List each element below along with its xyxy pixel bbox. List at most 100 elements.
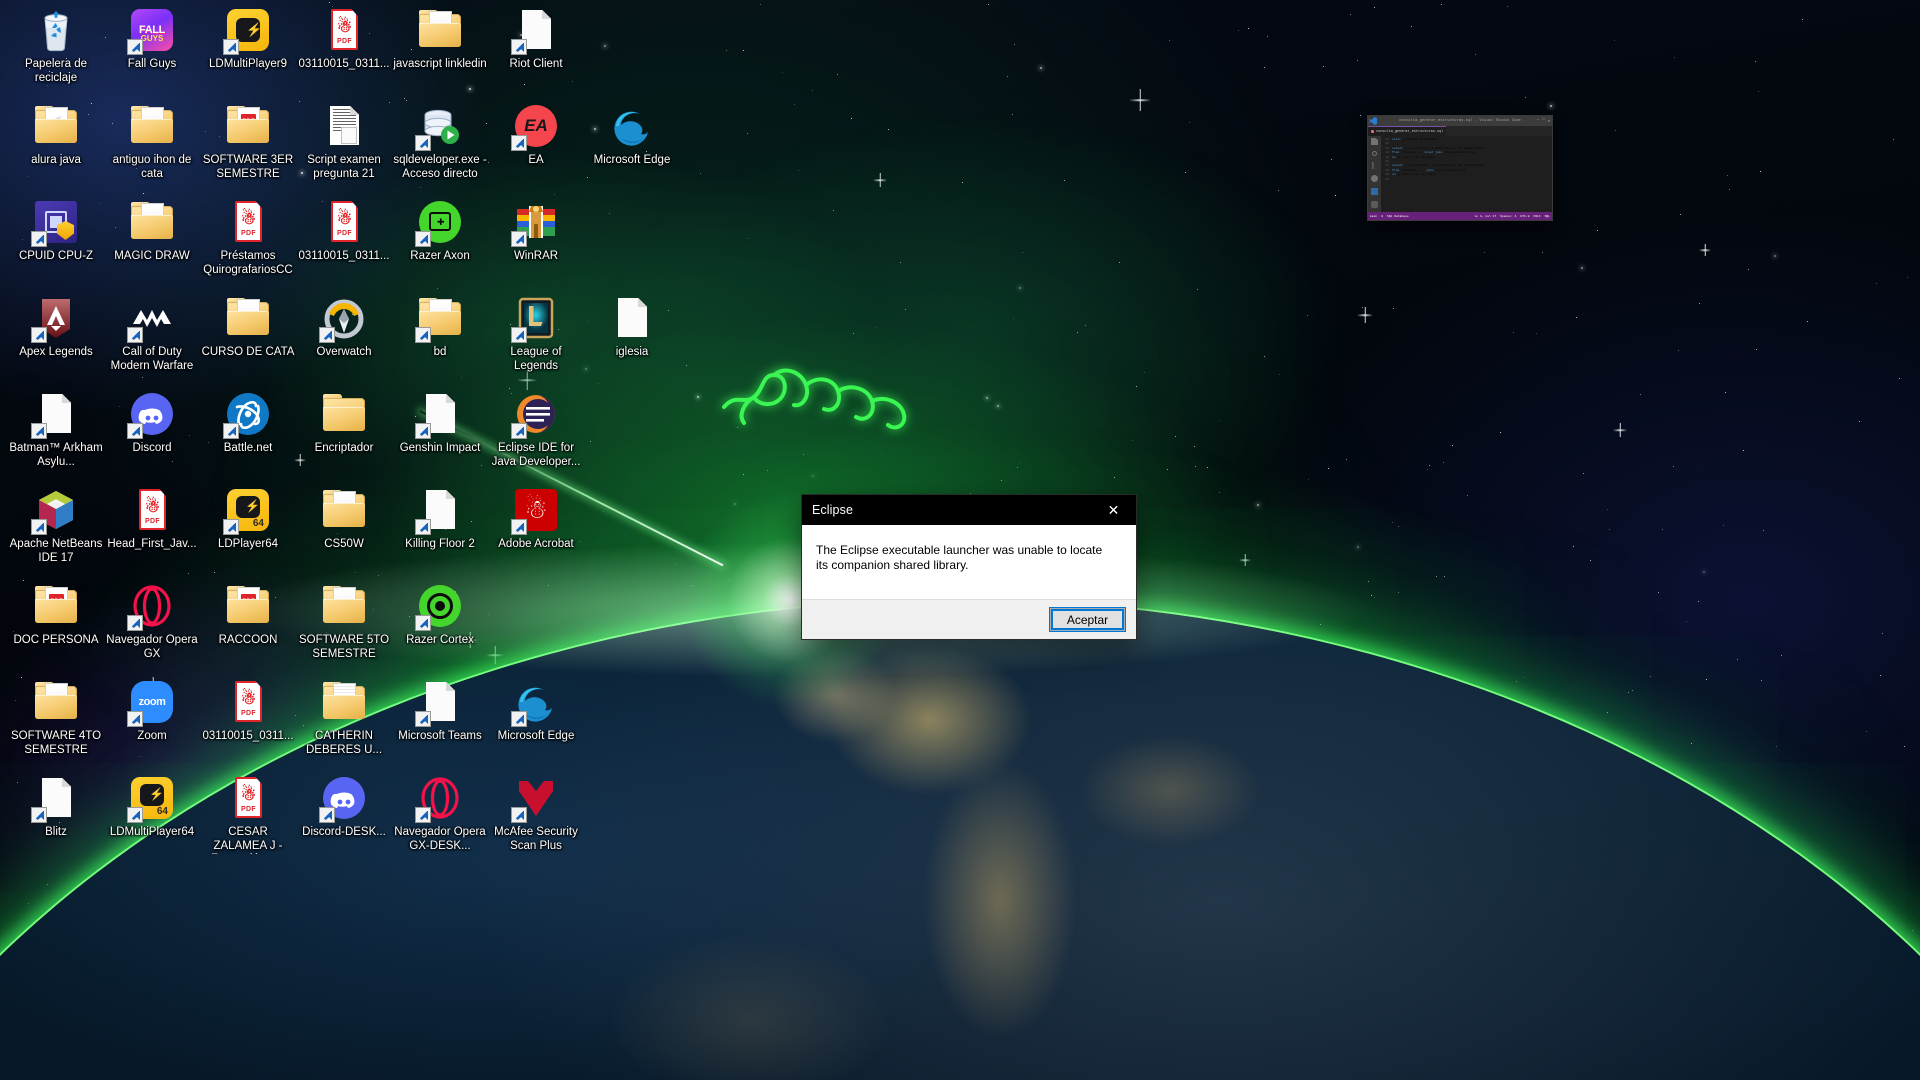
desktop-icon-03110015-0311[interactable]: ☃ PDF 03110015_0311... [200, 678, 296, 744]
status-cursor-position[interactable]: Ln 1, Col 17 [1475, 215, 1497, 218]
app-cpuz-icon [31, 198, 80, 247]
vscode-titlebar[interactable]: consulta_generar_estructuras.sql - Visua… [1368, 116, 1552, 126]
desktop-icon-navegador-opera-gx[interactable]: Navegador Opera GX [104, 582, 200, 661]
desktop-icon-software-4to-semestre[interactable]: SOFTWARE 4TO SEMESTRE [8, 678, 104, 757]
desktop-icon-discord-desk[interactable]: Discord-DESK... [296, 774, 392, 840]
vscode-activity-bar[interactable] [1368, 136, 1381, 212]
desktop-icon-label: Discord-DESK... [302, 826, 386, 838]
status-branch[interactable]: main [1370, 215, 1377, 218]
desktop-icon-magic-draw[interactable]: MAGIC DRAW [104, 198, 200, 264]
desktop-icon-javascript-linkledin[interactable]: javascript linkledin [392, 6, 488, 72]
desktop-icon-curso-de-cata[interactable]: CURSO DE CATA [200, 294, 296, 360]
desktop-icon-batman-arkham-asylu[interactable]: Batman™ Arkham Asylu... [8, 390, 104, 469]
desktop-icon-03110015-0311[interactable]: ☃ PDF 03110015_0311... [296, 198, 392, 264]
desktop-icon-microsoft-edge[interactable]: Microsoft Edge [488, 678, 584, 744]
status-indentation[interactable]: Spaces: 4 [1500, 215, 1516, 218]
close-icon[interactable]: ✕ [1091, 495, 1136, 525]
shortcut-arrow-icon [511, 519, 527, 535]
desktop-icon-pr-stamos-quirografarioscc[interactable]: ☃ PDF Préstamos QuirografariosCC [200, 198, 296, 277]
desktop-icon-ldplayer64[interactable]: ⚡ 64 LDPlayer64 [200, 486, 296, 552]
desktop-icon-ldmultiplayer9[interactable]: ⚡ LDMultiPlayer9 [200, 6, 296, 72]
desktop-icon-navegador-opera-gx-desk[interactable]: Navegador Opera GX-DESK... [392, 774, 488, 853]
minimize-icon[interactable]: — [1537, 118, 1539, 124]
status-language-mode[interactable]: SQL [1545, 215, 1550, 218]
desktop-icon-winrar[interactable]: WinRAR [488, 198, 584, 264]
desktop-icon-microsoft-edge[interactable]: Microsoft Edge [584, 102, 680, 168]
desktop-icon-genshin-impact[interactable]: Genshin Impact [392, 390, 488, 456]
vscode-tabbar[interactable]: consulta_generar_estructuras.sql [1368, 126, 1552, 136]
desktop-icon-call-of-duty-modern-warfare[interactable]: Call of Duty Modern Warfare [104, 294, 200, 373]
desktop-icon-label: Blitz [45, 826, 67, 838]
desktop-icon-cpuid-cpu-z[interactable]: CPUID CPU-Z [8, 198, 104, 264]
debug-icon[interactable] [1371, 175, 1378, 182]
accept-button[interactable]: Aceptar [1050, 608, 1125, 631]
close-icon[interactable]: ✕ [1548, 118, 1550, 124]
shortcut-arrow-icon [319, 327, 335, 343]
desktop-icon-zoom[interactable]: zoom Zoom [104, 678, 200, 744]
desktop-icon-league-of-legends[interactable]: League of Legends [488, 294, 584, 373]
desktop-icon-killing-floor-2[interactable]: Killing Floor 2 [392, 486, 488, 552]
vscode-status-bar[interactable]: main 0 SQL Database Ln 1, Col 17 Spaces:… [1368, 212, 1552, 220]
app-zoom-icon: zoom [127, 678, 176, 727]
desktop-icon-fall-guys[interactable]: FALL GUYS Fall Guys [104, 6, 200, 72]
desktop-icon-sqldeveloper-exe-acceso-directo[interactable]: sqldeveloper.exe - Acceso directo [392, 102, 488, 181]
explorer-icon[interactable] [1371, 138, 1378, 145]
vscode-code-content[interactable]: alter p.nombre bp.edition; select p.id_p… [1390, 136, 1552, 212]
status-db[interactable]: SQL Database [1387, 215, 1409, 218]
app-acrobat-icon: ☃ [511, 486, 560, 535]
extensions-icon[interactable] [1371, 188, 1378, 195]
desktop-icon-raccoon[interactable]: PDF RACCOON [200, 582, 296, 648]
desktop-icon-ea[interactable]: EA EA [488, 102, 584, 168]
doc-icon [415, 678, 464, 727]
desktop-icon-ldmultiplayer64[interactable]: ⚡ 64 LDMultiPlayer64 [104, 774, 200, 840]
desktop-icon-alura-java[interactable]: ☕ alura java [8, 102, 104, 168]
vscode-editor-area[interactable]: 11 12 13 14 15 16 17 18 19 20 alter p.no… [1368, 136, 1552, 212]
maximize-icon[interactable]: □ [1542, 118, 1544, 124]
desktop-icon-papelera-de-reciclaje[interactable]: Papelera de reciclaje [8, 6, 104, 85]
desktop-icon-razer-cortex[interactable]: Razer Cortex [392, 582, 488, 648]
source-control-icon[interactable] [1372, 162, 1374, 169]
app-eclipse-icon [511, 390, 560, 439]
desktop-icon-adobe-acrobat[interactable]: ☃ Adobe Acrobat [488, 486, 584, 552]
vscode-window-title: consulta_generar_estructuras.sql - Visua… [1399, 119, 1521, 123]
desktop-icon-iglesia[interactable]: iglesia [584, 294, 680, 360]
desktop-icon-bd[interactable]: bd [392, 294, 488, 360]
desktop-icon-software-5to-semestre[interactable]: SOFTWARE 5TO SEMESTRE [296, 582, 392, 661]
desktop-icon-cesar-zalamea-j-formaci-n[interactable]: ☃PDF CESAR ZALAMEA J - Formación - ... [200, 774, 296, 854]
desktop-icon-microsoft-teams[interactable]: Microsoft Teams [392, 678, 488, 744]
desktop-icon-03110015-0311[interactable]: ☃ PDF 03110015_0311... [296, 6, 392, 72]
status-encoding[interactable]: UTF-8 [1520, 215, 1529, 218]
vscode-window-controls[interactable]: — □ ✕ [1537, 118, 1550, 124]
eclipse-error-dialog[interactable]: Eclipse ✕ The Eclipse executable launche… [802, 495, 1136, 639]
desktop-icon-razer-axon[interactable]: ✚ Razer Axon [392, 198, 488, 264]
database-icon[interactable] [1371, 201, 1378, 208]
desktop-icon-blitz[interactable]: Blitz [8, 774, 104, 840]
desktop-icon-software-3er-semestre[interactable]: PDF SOFTWARE 3ER SEMESTRE [200, 102, 296, 181]
desktop-icon-head-first-jav[interactable]: ☃ PDF Head_First_Jav... [104, 486, 200, 552]
desktop-icon-catherin-deberes-u[interactable]: CATHERIN DEBERES U... [296, 678, 392, 757]
status-eol[interactable]: CRLF [1533, 215, 1540, 218]
desktop-icon-discord[interactable]: Discord [104, 390, 200, 456]
vscode-tab-sql-file[interactable]: consulta_generar_estructuras.sql [1368, 126, 1447, 136]
desktop-root[interactable]: Papelera de reciclaje FALL GUYS Fall Guy… [0, 0, 1920, 1080]
status-problems[interactable]: 0 [1381, 215, 1383, 218]
desktop-icon-label: Head_First_Jav... [107, 538, 197, 550]
status-right-group[interactable]: Ln 1, Col 17 Spaces: 4 UTF-8 CRLF SQL [1475, 215, 1550, 218]
desktop-icon-apex-legends[interactable]: Apex Legends [8, 294, 104, 360]
desktop-icon-overwatch[interactable]: Overwatch [296, 294, 392, 360]
desktop-icon-doc-persona[interactable]: PDF DOC PERSONA [8, 582, 104, 648]
desktop-icon-riot-client[interactable]: Riot Client [488, 6, 584, 72]
desktop-icon-label: CS50W [324, 538, 364, 550]
search-icon[interactable] [1372, 151, 1377, 156]
vscode-window[interactable]: consulta_generar_estructuras.sql - Visua… [1368, 116, 1552, 220]
desktop-icon-eclipse-ide-for-java-developer[interactable]: Eclipse IDE for Java Developer... [488, 390, 584, 469]
desktop-icon-apache-netbeans-ide-17[interactable]: Apache NetBeans IDE 17 [8, 486, 104, 565]
desktop-icon-cs50w[interactable]: CS50W [296, 486, 392, 552]
desktop-icon-battle-net[interactable]: Battle.net [200, 390, 296, 456]
dialog-titlebar[interactable]: Eclipse ✕ [802, 495, 1136, 525]
desktop-icon-mcafee-security-scan-plus[interactable]: McAfee Security Scan Plus [488, 774, 584, 853]
desktop-icon-label: MAGIC DRAW [114, 250, 190, 262]
desktop-icon-antiguo-ihon-de-cata[interactable]: antiguo ihon de cata [104, 102, 200, 181]
desktop-icon-encriptador[interactable]: Encriptador [296, 390, 392, 456]
desktop-icon-script-examen-pregunta-21[interactable]: Script examen pregunta 21 [296, 102, 392, 181]
